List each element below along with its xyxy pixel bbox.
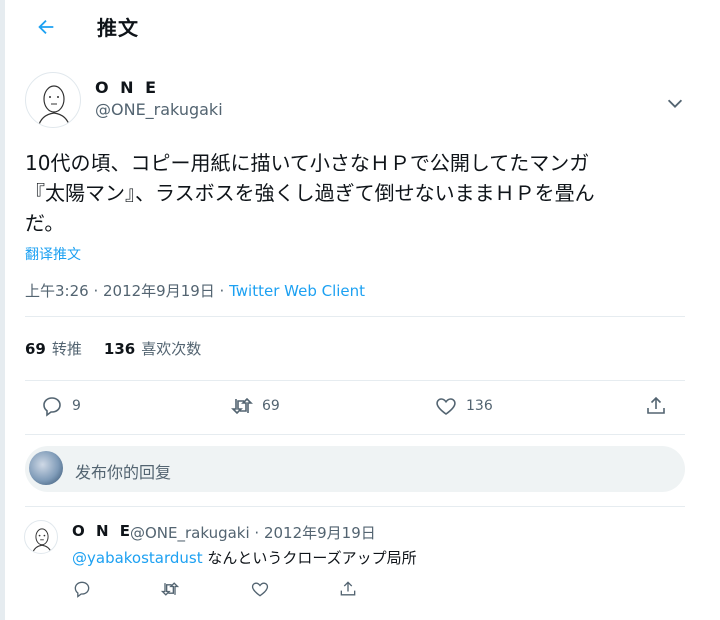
- share-button[interactable]: [644, 390, 668, 422]
- reply-reply-button[interactable]: [72, 579, 92, 599]
- back-button[interactable]: [31, 12, 61, 42]
- reply-mention-link[interactable]: @yabakostardust: [72, 549, 203, 567]
- page-title: 推文: [97, 16, 139, 40]
- tweet-text-line: だ。: [25, 211, 65, 235]
- tweet-text-line: 10代の頃、コピー用紙に描いて小さなＨＰで公開してたマンガ: [25, 151, 590, 175]
- tweet-timestamp[interactable]: 上午3:26 · 2012年9月19日 ·: [25, 282, 229, 300]
- divider: [25, 506, 685, 507]
- chevron-down-icon: [667, 99, 683, 108]
- reply-icon: [74, 581, 90, 598]
- back-arrow-icon: [38, 19, 54, 35]
- reply-button[interactable]: 9: [40, 390, 81, 422]
- reply-like-button[interactable]: [250, 579, 270, 599]
- retweet-icon: [231, 397, 253, 415]
- reply-actions: [0, 579, 720, 605]
- tweet-text-line: 『太陽マン』、ラスボスを強くし過ぎて倒せないままＨＰを畳ん: [25, 181, 595, 205]
- retweets-stat[interactable]: 69 转推: [25, 338, 82, 359]
- tweet-text: 10代の頃、コピー用紙に描いて小さなＨＰで公開してたマンガ 『太陽マン』、ラスボ…: [25, 148, 685, 238]
- like-icon: [251, 582, 269, 597]
- tweet-stats: 69 转推 136 喜欢次数: [25, 338, 201, 359]
- divider: [25, 316, 685, 317]
- current-user-avatar: [29, 451, 63, 485]
- author-avatar[interactable]: [25, 72, 81, 128]
- reply-author-name[interactable]: O N E: [72, 522, 133, 540]
- left-edge: [0, 0, 5, 620]
- reply-icon: [43, 397, 61, 417]
- page-header: 推文: [5, 0, 695, 53]
- like-count: 136: [466, 398, 493, 414]
- share-icon: [647, 396, 665, 414]
- reply-composer[interactable]: 发布你的回复: [25, 446, 685, 492]
- reply-retweet-button[interactable]: [160, 579, 180, 599]
- tweet-actions: 9 69 136: [0, 390, 720, 422]
- reply-author-avatar[interactable]: [24, 520, 58, 554]
- retweet-icon: [160, 582, 180, 596]
- translate-tweet-link[interactable]: 翻译推文: [25, 244, 81, 264]
- more-menu-button[interactable]: [664, 92, 686, 114]
- retweet-count: 69: [262, 398, 280, 414]
- reply-text: @yabakostardust なんというクローズアップ局所: [72, 547, 417, 568]
- retweet-button[interactable]: 69: [230, 390, 280, 422]
- divider: [25, 434, 685, 435]
- divider: [25, 380, 685, 381]
- author-name[interactable]: O N E: [95, 78, 159, 97]
- reply-author-meta[interactable]: @ONE_rakugaki · 2012年9月19日: [130, 522, 376, 543]
- author-handle[interactable]: @ONE_rakugaki: [95, 100, 223, 119]
- reply-share-button[interactable]: [338, 579, 358, 599]
- reply-count: 9: [72, 398, 81, 414]
- share-icon: [340, 581, 356, 596]
- tweet-client-link[interactable]: Twitter Web Client: [229, 282, 365, 300]
- reply-body: なんというクローズアップ局所: [202, 549, 417, 567]
- likes-stat[interactable]: 136 喜欢次数: [104, 338, 201, 359]
- like-button[interactable]: 136: [434, 390, 493, 422]
- like-icon: [436, 398, 456, 415]
- tweet-meta: 上午3:26 · 2012年9月19日 · Twitter Web Client: [25, 280, 365, 301]
- reply-input-placeholder[interactable]: 发布你的回复: [75, 459, 171, 483]
